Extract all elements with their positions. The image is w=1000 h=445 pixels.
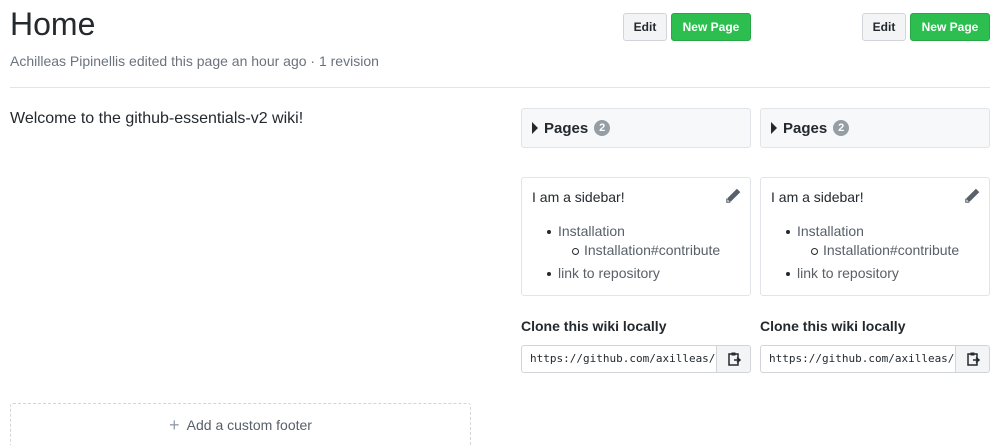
sidebar-column: Pages 2 I am a sidebar! Installation Ins… bbox=[521, 108, 751, 373]
pencil-icon[interactable] bbox=[963, 187, 981, 205]
header-divider bbox=[10, 87, 990, 88]
sidebar-link-repository[interactable]: link to repository bbox=[797, 265, 899, 281]
clone-title: Clone this wiki locally bbox=[760, 318, 906, 334]
clone-title: Clone this wiki locally bbox=[521, 318, 667, 334]
pages-label: Pages bbox=[783, 119, 828, 137]
clone-row: https://github.com/axilleas/github-essen… bbox=[521, 345, 751, 373]
sidebar-list: Installation Installation#contribute lin… bbox=[532, 222, 740, 283]
new-page-button-secondary[interactable]: New Page bbox=[910, 13, 990, 41]
add-footer-button[interactable]: + Add a custom footer bbox=[10, 403, 471, 445]
sidebar-link-contribute[interactable]: Installation#contribute bbox=[823, 242, 959, 258]
clipboard-icon bbox=[727, 352, 741, 366]
list-item: Installation#contribute bbox=[558, 241, 740, 260]
caret-right-icon bbox=[532, 122, 538, 134]
page-title: Home bbox=[10, 6, 96, 42]
sidebar-title: I am a sidebar! bbox=[771, 189, 864, 205]
pages-counter: 2 bbox=[833, 120, 850, 136]
list-item: Installation#contribute bbox=[797, 241, 979, 260]
clipboard-icon bbox=[966, 352, 980, 366]
add-footer-label: Add a custom footer bbox=[186, 417, 312, 433]
pages-counter: 2 bbox=[594, 120, 611, 136]
sidebar-link-contribute[interactable]: Installation#contribute bbox=[584, 242, 720, 258]
sidebar-content: I am a sidebar! Installation Installatio… bbox=[521, 177, 751, 296]
sidebar-link-installation[interactable]: Installation bbox=[558, 223, 625, 239]
pencil-icon[interactable] bbox=[724, 187, 742, 205]
plus-icon: + bbox=[169, 415, 180, 435]
pages-label: Pages bbox=[544, 119, 589, 137]
list-item: link to repository bbox=[786, 264, 979, 283]
list-item: Installation bbox=[547, 222, 740, 241]
clone-row: https://github.com/axilleas/github-essen… bbox=[760, 345, 990, 373]
clone-url-input[interactable]: https://github.com/axilleas/github-essen… bbox=[760, 345, 955, 373]
edit-button-secondary[interactable]: Edit bbox=[862, 13, 906, 41]
caret-right-icon bbox=[771, 122, 777, 134]
sidebar-link-repository[interactable]: link to repository bbox=[558, 265, 660, 281]
sidebar-column-secondary: Pages 2 I am a sidebar! Installation Ins… bbox=[760, 108, 990, 373]
sidebar-list: Installation Installation#contribute lin… bbox=[771, 222, 979, 283]
new-page-button[interactable]: New Page bbox=[671, 13, 751, 41]
sidebar-link-installation[interactable]: Installation bbox=[797, 223, 864, 239]
clone-url-input[interactable]: https://github.com/axilleas/github-essen… bbox=[521, 345, 716, 373]
list-item: Installation bbox=[786, 222, 979, 241]
welcome-text: Welcome to the github-essentials-v2 wiki… bbox=[10, 110, 304, 127]
pages-toggle[interactable]: Pages 2 bbox=[760, 108, 990, 148]
list-item: link to repository bbox=[547, 264, 740, 283]
copy-button[interactable] bbox=[955, 345, 990, 373]
pages-toggle[interactable]: Pages 2 bbox=[521, 108, 751, 148]
sidebar-title: I am a sidebar! bbox=[532, 189, 625, 205]
edit-button[interactable]: Edit bbox=[623, 13, 667, 41]
sidebar-content: I am a sidebar! Installation Installatio… bbox=[760, 177, 990, 296]
copy-button[interactable] bbox=[716, 345, 751, 373]
page-meta: Achilleas Pipinellis edited this page an… bbox=[10, 53, 379, 69]
